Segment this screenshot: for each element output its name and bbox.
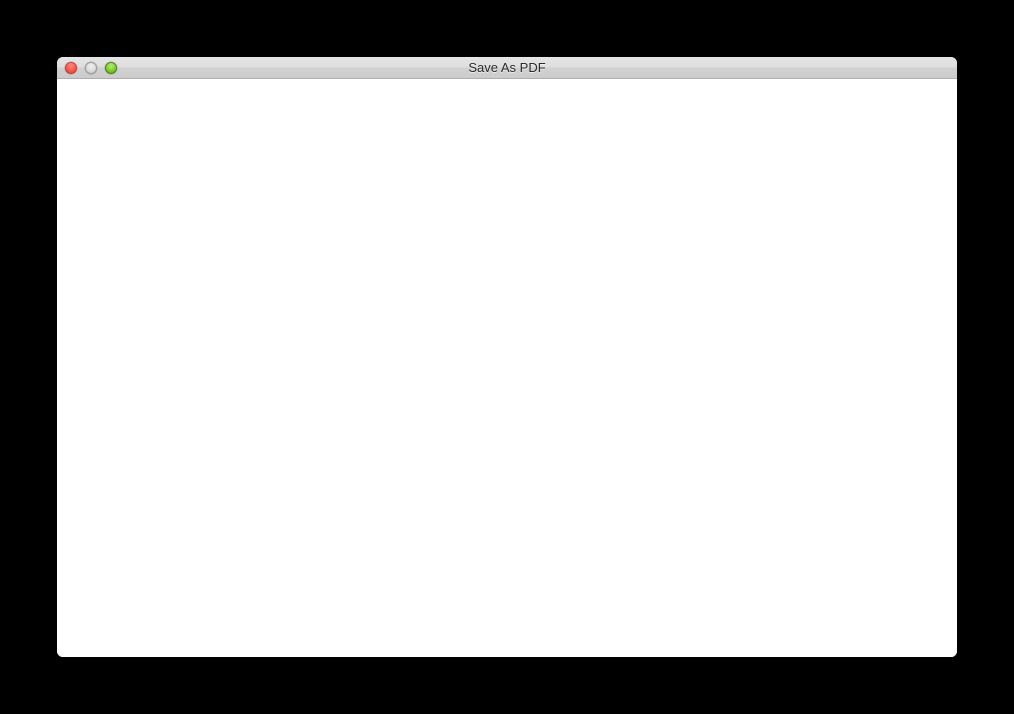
- zoom-icon[interactable]: [105, 62, 117, 74]
- app-window: Save As PDF: [57, 57, 957, 657]
- close-icon[interactable]: [65, 62, 77, 74]
- traffic-lights: [57, 57, 117, 78]
- window-content: [57, 79, 957, 657]
- minimize-icon[interactable]: [85, 62, 97, 74]
- window-title: Save As PDF: [57, 60, 957, 75]
- window-titlebar[interactable]: Save As PDF: [57, 57, 957, 79]
